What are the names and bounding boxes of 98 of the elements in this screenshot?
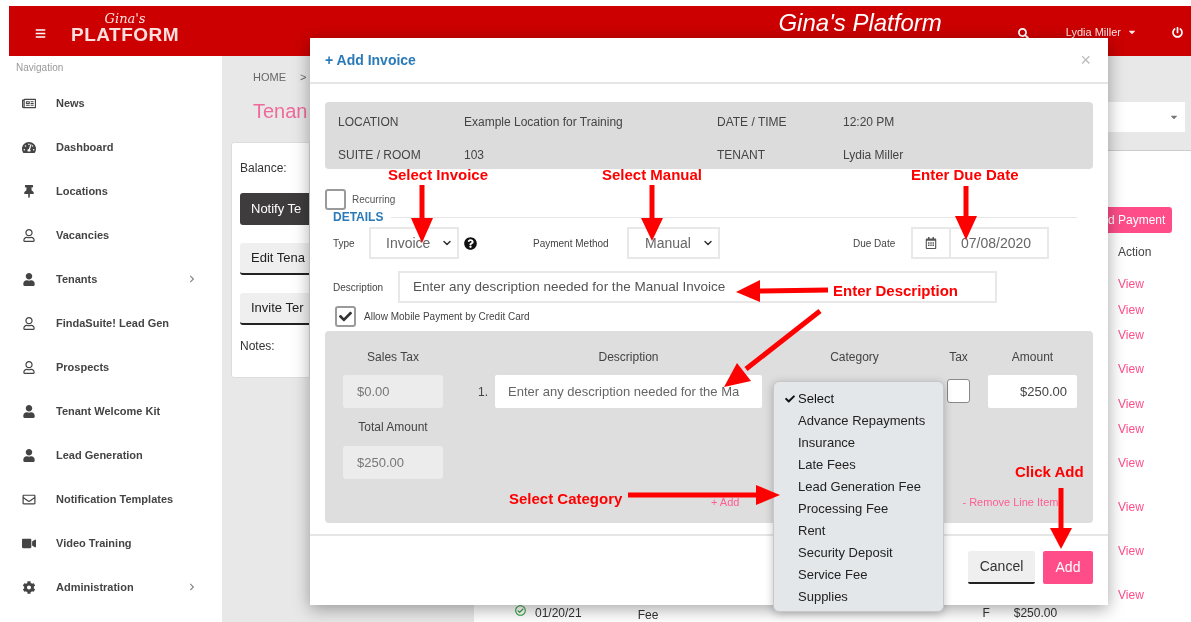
gauge-icon <box>22 140 36 154</box>
column-header: Tax <box>948 349 969 366</box>
column-header: Amount <box>1010 349 1055 366</box>
settings-icon <box>22 580 36 594</box>
info-label: LOCATION <box>338 114 400 131</box>
field-label: Sales Tax <box>366 349 420 366</box>
menu-icon[interactable] <box>35 28 46 39</box>
notes-label: Notes: <box>240 337 276 355</box>
dropdown-option[interactable]: Insurance <box>774 432 943 454</box>
sidebar-item[interactable]: News <box>9 81 222 125</box>
column-header: Action <box>1118 244 1153 261</box>
sidebar-item[interactable]: Locations <box>9 169 222 213</box>
user-icon <box>22 316 36 330</box>
power-icon[interactable] <box>1172 27 1183 38</box>
action-button[interactable]: Invite Ter <box>240 292 309 325</box>
check-icon <box>785 394 795 404</box>
annotation-label: Select Invoice <box>388 165 489 185</box>
table-cell: $250.00 <box>1013 606 1058 620</box>
check-icon <box>339 310 352 323</box>
breadcrumb-home[interactable]: HOME <box>253 69 286 86</box>
help-icon[interactable] <box>464 236 477 250</box>
table-cell: F <box>982 606 990 620</box>
sidebar-item[interactable]: Tenants <box>9 257 222 301</box>
sidebar-heading: Navigation <box>16 61 65 75</box>
page-title: Tenan <box>253 98 309 124</box>
cancel-button[interactable]: Cancel <box>968 551 1035 584</box>
amount-field[interactable]: $250.00 <box>988 375 1077 408</box>
sidebar-item[interactable]: FindaSuite! Lead Gen <box>9 301 222 345</box>
info-value: Example Location for Training <box>464 114 624 131</box>
field-label: Type <box>333 236 356 251</box>
sidebar-item[interactable]: Notification Templates <box>9 477 222 521</box>
info-value: 12:20 PM <box>843 114 896 131</box>
table-cell: Fee <box>637 608 659 622</box>
dropdown-option[interactable]: Rent <box>774 520 943 542</box>
sidebar-item[interactable]: Dashboard <box>9 125 222 169</box>
mobile-payment-checkbox[interactable] <box>335 306 356 327</box>
sidebar-item[interactable]: Lead Generation <box>9 433 222 477</box>
line-description-field[interactable]: Enter any description needed for the Ma <box>495 375 762 408</box>
sales-tax-field: $0.00 <box>343 375 443 408</box>
newspaper-icon <box>22 96 36 110</box>
checkbox-label: Recurring <box>352 193 396 207</box>
search-icon[interactable] <box>1017 28 1029 39</box>
annotation-label: Select Category <box>509 489 623 509</box>
info-label: TENANT <box>717 146 766 164</box>
sidebar-item[interactable]: Administration <box>9 565 222 609</box>
logo-script: Gina's <box>104 12 146 25</box>
annotation-label: Enter Due Date <box>911 165 1019 185</box>
action-button[interactable]: Edit Tena <box>240 242 309 275</box>
calendar-icon <box>925 237 937 249</box>
platform-title: Gina's Platform <box>778 9 942 37</box>
logo-wordmark: PLATFORM <box>71 25 180 44</box>
user-icon <box>22 228 36 242</box>
tax-checkbox[interactable] <box>947 379 970 403</box>
dropdown-option[interactable]: Supplies <box>774 586 943 608</box>
section-heading: DETAILS <box>333 210 384 224</box>
sidebar-item[interactable]: Vacancies <box>9 213 222 257</box>
total-amount-field: $250.00 <box>343 446 443 479</box>
envelope-icon <box>22 492 36 506</box>
balance-label: Balance: <box>240 159 288 177</box>
sidebar-item[interactable]: Tenant Welcome Kit <box>9 389 222 433</box>
info-label: DATE / TIME <box>717 114 788 131</box>
user-icon <box>22 404 36 418</box>
dropdown-option[interactable]: Select <box>774 388 943 410</box>
dropdown-option[interactable]: Processing Fee <box>774 498 943 520</box>
field-label: Total Amount <box>357 419 429 436</box>
field-label: Payment Method <box>533 236 610 251</box>
column-header: Category <box>829 349 880 366</box>
payment-method-select[interactable]: Manual <box>627 227 720 259</box>
dialog-title: + Add Invoice <box>325 50 416 70</box>
sidebar-item[interactable]: Video Training <box>9 521 222 565</box>
user-icon <box>22 272 36 286</box>
dropdown-option[interactable]: Late Fees <box>774 454 943 476</box>
line-number: 1. <box>478 384 489 401</box>
field-label: Due Date <box>853 236 897 251</box>
dropdown-option[interactable]: Service Fee <box>774 564 943 586</box>
user-menu[interactable]: Lydia Miller <box>1065 24 1137 41</box>
checkbox-label: Allow Mobile Payment by Credit Card <box>364 310 530 324</box>
video-camera-icon <box>22 536 36 550</box>
breadcrumb-separator: > <box>300 70 307 85</box>
annotation-label: Click Add <box>1015 462 1084 482</box>
column-header: Description <box>597 349 660 366</box>
info-value: Lydia Miller <box>843 146 905 164</box>
annotation-label: Enter Description <box>833 281 959 301</box>
pin-icon <box>22 184 36 198</box>
dropdown-option[interactable]: Security Deposit <box>774 542 943 564</box>
recurring-checkbox[interactable] <box>325 189 346 210</box>
user-icon <box>22 360 36 374</box>
table-cell: 01/20/21 <box>535 606 582 620</box>
info-value: 103 <box>464 146 486 164</box>
user-icon <box>22 448 36 462</box>
info-label: SUITE / ROOM <box>338 146 422 164</box>
action-button[interactable]: Notify Te <box>240 192 309 225</box>
type-select[interactable]: Invoice <box>369 227 459 259</box>
annotation-label: Select Manual <box>602 165 703 185</box>
field-label: Description <box>333 280 385 295</box>
dropdown-option[interactable]: Advance Repayments <box>774 410 943 432</box>
sidebar-item[interactable]: Prospects <box>9 345 222 389</box>
dropdown-option[interactable]: Lead Generation Fee <box>774 476 943 498</box>
